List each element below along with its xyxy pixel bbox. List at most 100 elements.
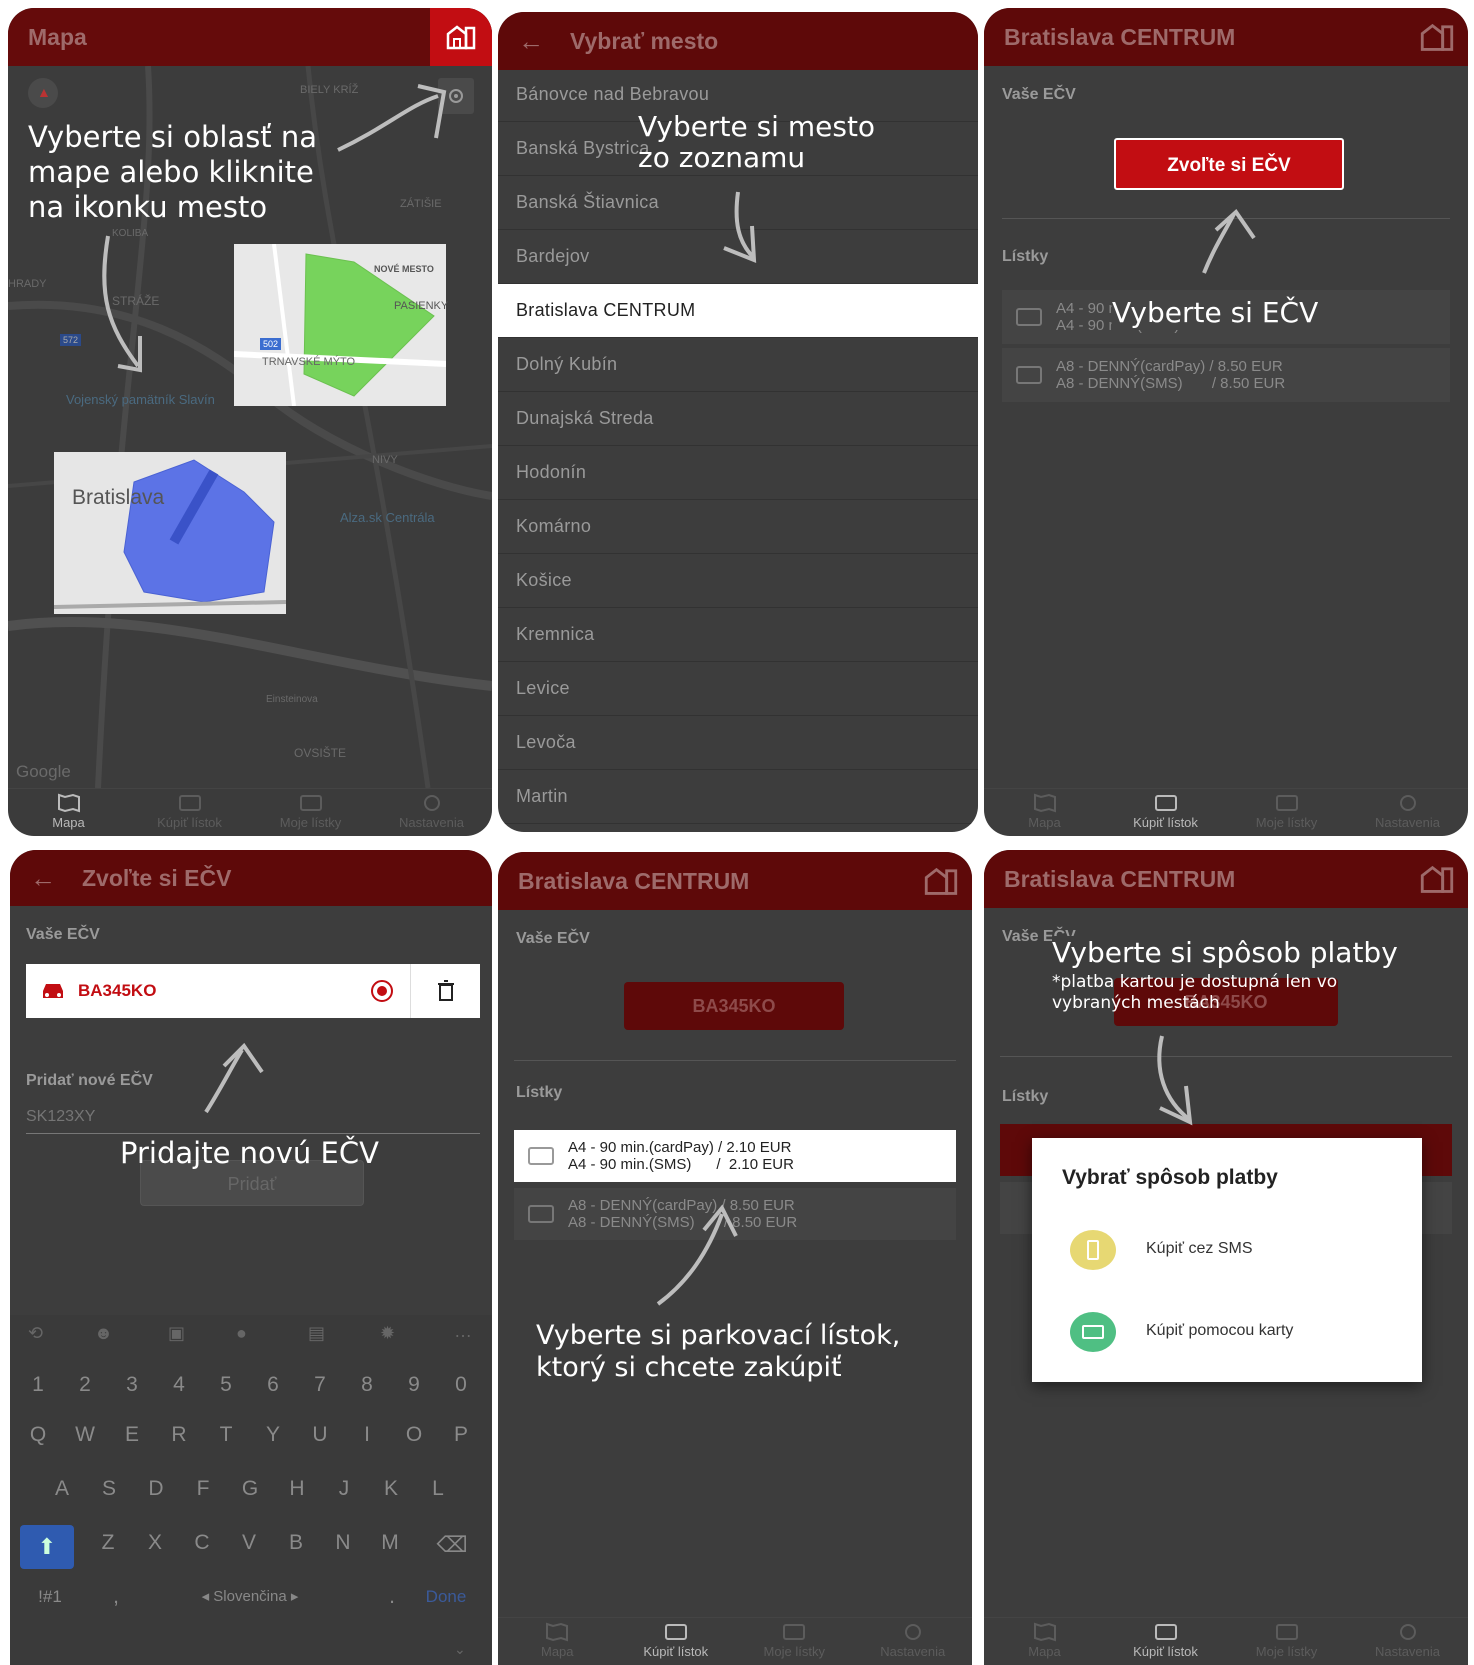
key[interactable]: F bbox=[183, 1469, 223, 1509]
phone-icon bbox=[1070, 1230, 1116, 1270]
map-screen: Mapa ▲ BIELY KRÍŽ ZÁTIŠIE KOLIBA HRADY S… bbox=[8, 8, 492, 836]
city-item[interactable]: Dunajská Streda bbox=[498, 392, 978, 446]
key[interactable]: Z bbox=[88, 1523, 128, 1563]
key[interactable]: D bbox=[136, 1469, 176, 1509]
key[interactable]: V bbox=[229, 1523, 269, 1563]
nav-map[interactable]: Mapa bbox=[498, 1618, 617, 1665]
key[interactable]: T bbox=[206, 1415, 246, 1455]
translate-icon[interactable]: ⟲ bbox=[28, 1323, 43, 1344]
nav-mine[interactable]: Moje lístky bbox=[250, 789, 371, 836]
nav-settings[interactable]: Nastavenia bbox=[1347, 789, 1468, 836]
key[interactable]: K bbox=[371, 1469, 411, 1509]
city-item[interactable]: Dolný Kubín bbox=[498, 338, 978, 392]
shift-key[interactable]: ⬆ bbox=[20, 1525, 74, 1569]
key[interactable]: O bbox=[394, 1415, 434, 1455]
nav-label: Kúpiť lístok bbox=[157, 815, 222, 830]
key[interactable]: S bbox=[89, 1469, 129, 1509]
key[interactable]: U bbox=[300, 1415, 340, 1455]
bottom-nav: Mapa Kúpiť lístok Moje lístky Nastavenia bbox=[498, 1617, 972, 1665]
mic-icon[interactable]: ● bbox=[236, 1323, 247, 1344]
key[interactable]: Q bbox=[18, 1415, 58, 1455]
gear-icon bbox=[1399, 795, 1416, 811]
keyboard-settings-icon[interactable]: ✹ bbox=[380, 1323, 395, 1344]
nav-map[interactable]: Mapa bbox=[8, 789, 129, 836]
nav-settings[interactable]: Nastavenia bbox=[1347, 1618, 1468, 1665]
key[interactable]: H bbox=[277, 1469, 317, 1509]
nav-label: Mapa bbox=[540, 1644, 574, 1659]
ticket-option[interactable]: A8 - DENNÝ(cardPay) / 8.50 EUR A8 - DENNÝ… bbox=[1002, 348, 1450, 402]
key[interactable]: L bbox=[418, 1469, 458, 1509]
more-icon[interactable]: … bbox=[454, 1321, 472, 1342]
comma-key[interactable]: , bbox=[96, 1577, 136, 1617]
emoji-icon[interactable]: ☻ bbox=[94, 1323, 113, 1344]
key[interactable]: 5 bbox=[206, 1365, 246, 1405]
chevron-down-icon[interactable]: ⌄ bbox=[454, 1641, 466, 1658]
city-item[interactable]: Levice bbox=[498, 662, 978, 716]
key[interactable]: 0 bbox=[441, 1365, 481, 1405]
nav-settings[interactable]: Nastavenia bbox=[371, 789, 492, 836]
key[interactable]: A bbox=[42, 1469, 82, 1509]
key[interactable]: R bbox=[159, 1415, 199, 1455]
header-title: Mapa bbox=[28, 23, 87, 50]
nav-label: Moje lístky bbox=[1255, 1644, 1318, 1659]
space-key[interactable]: ◂ Slovenčina ▸ bbox=[140, 1577, 360, 1621]
key[interactable]: P bbox=[441, 1415, 481, 1455]
pay-sms-option[interactable]: Kúpiť cez SMS bbox=[1032, 1220, 1422, 1282]
symbols-key[interactable]: !#1 bbox=[22, 1577, 78, 1617]
key[interactable]: 8 bbox=[347, 1365, 387, 1405]
key[interactable]: N bbox=[323, 1523, 363, 1563]
key[interactable]: 3 bbox=[112, 1365, 152, 1405]
nav-map[interactable]: Mapa bbox=[984, 789, 1105, 836]
arrow-annotation bbox=[723, 191, 757, 264]
key[interactable]: B bbox=[276, 1523, 316, 1563]
ticket-icon bbox=[664, 1624, 687, 1640]
key[interactable]: 7 bbox=[300, 1365, 340, 1405]
nav-settings[interactable]: Nastavenia bbox=[854, 1618, 973, 1665]
nav-mine[interactable]: Moje lístky bbox=[1226, 789, 1347, 836]
key[interactable]: 1 bbox=[18, 1365, 58, 1405]
city-list-button[interactable] bbox=[430, 8, 492, 66]
city-item[interactable]: Hodonín bbox=[498, 446, 978, 500]
nav-buy[interactable]: Kúpiť lístok bbox=[129, 789, 250, 836]
key[interactable]: 6 bbox=[253, 1365, 293, 1405]
city-item[interactable]: Komárno bbox=[498, 500, 978, 554]
nav-buy[interactable]: Kúpiť lístok bbox=[617, 1618, 736, 1665]
map-icon bbox=[546, 1622, 569, 1642]
nav-buy[interactable]: Kúpiť lístok bbox=[1105, 1618, 1226, 1665]
map-label: Alza.sk Centrála bbox=[340, 510, 435, 525]
zone-screen-tickets: Bratislava CENTRUM Vaše EČV BA345KO Líst… bbox=[498, 852, 972, 1665]
nav-label: Moje lístky bbox=[763, 1644, 825, 1659]
key[interactable]: 4 bbox=[159, 1365, 199, 1405]
app-header: Mapa bbox=[8, 8, 492, 66]
dot-key[interactable]: . bbox=[372, 1577, 412, 1617]
key[interactable]: I bbox=[347, 1415, 387, 1455]
nav-buy[interactable]: Kúpiť lístok bbox=[1105, 789, 1226, 836]
city-item[interactable]: Košice bbox=[498, 554, 978, 608]
wallet-icon bbox=[783, 1624, 806, 1640]
key[interactable]: G bbox=[230, 1469, 270, 1509]
building-icon bbox=[446, 25, 476, 50]
nav-mine[interactable]: Moje lístky bbox=[735, 1618, 854, 1665]
sticker-icon[interactable]: ▣ bbox=[168, 1323, 185, 1344]
city-item[interactable]: Martin bbox=[498, 770, 978, 824]
clipboard-icon[interactable]: ▤ bbox=[308, 1323, 325, 1344]
key[interactable]: 9 bbox=[394, 1365, 434, 1405]
key[interactable]: 2 bbox=[65, 1365, 105, 1405]
pay-card-option[interactable]: Kúpiť pomocou karty bbox=[1032, 1302, 1422, 1364]
key[interactable]: M bbox=[370, 1523, 410, 1563]
key[interactable]: W bbox=[65, 1415, 105, 1455]
key[interactable]: Y bbox=[253, 1415, 293, 1455]
city-item[interactable]: Levoča bbox=[498, 716, 978, 770]
key[interactable]: C bbox=[182, 1523, 222, 1563]
city-item[interactable]: Kremnica bbox=[498, 608, 978, 662]
nav-label: Mapa bbox=[52, 815, 85, 830]
nav-mine[interactable]: Moje lístky bbox=[1226, 1618, 1347, 1665]
key[interactable]: E bbox=[112, 1415, 152, 1455]
nav-map[interactable]: Mapa bbox=[984, 1618, 1105, 1665]
done-key[interactable]: Done bbox=[416, 1577, 476, 1617]
backspace-key[interactable]: ⌫ bbox=[424, 1523, 480, 1567]
backspace-icon: ⌫ bbox=[436, 1532, 468, 1557]
key[interactable]: X bbox=[135, 1523, 175, 1563]
key[interactable]: J bbox=[324, 1469, 364, 1509]
gear-icon bbox=[904, 1624, 921, 1640]
